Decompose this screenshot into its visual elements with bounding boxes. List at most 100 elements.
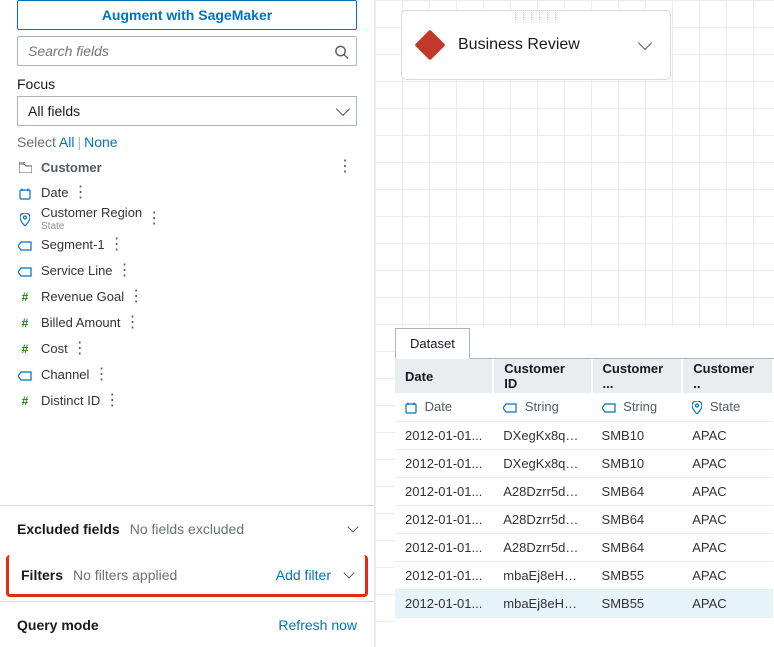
field-menu-icon[interactable]: ⋮: [68, 341, 92, 357]
tab-strip: Dataset: [395, 327, 774, 359]
table-row[interactable]: 2012-01-01...DXegKx8qH...SMB10APAC: [395, 449, 773, 477]
divider: |: [77, 134, 81, 150]
excluded-fields-section[interactable]: Excluded fields No fields excluded: [0, 505, 374, 551]
excluded-msg: No fields excluded: [130, 521, 244, 537]
field-menu-icon[interactable]: ⋮: [142, 211, 166, 227]
field-menu-icon[interactable]: ⋮: [100, 393, 124, 409]
field-type-icon: #: [17, 290, 33, 304]
field-row[interactable]: Segment-1⋮: [0, 232, 374, 258]
table-cell: APAC: [682, 449, 773, 477]
augment-sagemaker-button[interactable]: Augment with SageMaker: [17, 0, 357, 30]
chevron-down-icon: [343, 567, 354, 578]
field-type-icon: [17, 264, 33, 278]
field-menu-icon[interactable]: ⋮: [68, 185, 92, 201]
field-menu-icon[interactable]: ⋮: [113, 263, 137, 279]
select-all-link[interactable]: All: [59, 134, 75, 150]
field-name: Service Line: [41, 264, 113, 278]
field-name: Cost: [41, 342, 68, 356]
field-menu-icon[interactable]: ⋮: [121, 315, 145, 331]
dataset-table: DateCustomer IDCustomer ...Customer .. D…: [395, 359, 774, 618]
field-row[interactable]: #Cost⋮: [0, 336, 374, 362]
table-cell: SMB10: [592, 421, 683, 449]
table-cell: 2012-01-01...: [395, 449, 493, 477]
sidebar: Augment with SageMaker Focus All fields …: [0, 0, 375, 647]
query-mode-title: Query mode: [17, 617, 99, 633]
search-input[interactable]: [17, 36, 357, 66]
folder-icon: [17, 160, 33, 174]
field-type-icon: [17, 212, 33, 226]
table-row[interactable]: 2012-01-01...A28Dzrr5dn...SMB64APAC: [395, 505, 773, 533]
main-area: ⋮⋮⋮⋮⋮⋮⋮⋮⋮⋮⋮⋮ Business Review Dataset Dat…: [375, 0, 774, 647]
field-menu-icon[interactable]: ⋮: [333, 159, 357, 175]
chevron-down-icon: [347, 521, 358, 532]
select-none-link[interactable]: None: [84, 134, 117, 150]
table-cell: 2012-01-01...: [395, 533, 493, 561]
table-row[interactable]: 2012-01-01...mbaEj8eHB...SMB55APAC: [395, 589, 773, 617]
field-row[interactable]: Date⋮: [0, 180, 374, 206]
focus-value: All fields: [28, 103, 80, 119]
field-menu-icon[interactable]: ⋮: [105, 237, 129, 253]
table-cell: DXegKx8qH...: [493, 449, 591, 477]
folder-row[interactable]: Customer ⋮: [0, 154, 374, 180]
query-mode-section[interactable]: Query mode Refresh now: [0, 601, 374, 647]
field-row[interactable]: # Billed Amount⋮: [0, 310, 374, 336]
field-type-icon: #: [17, 394, 33, 408]
table-cell: A28Dzrr5dn...: [493, 477, 591, 505]
focus-select[interactable]: All fields: [17, 96, 357, 126]
table-cell: APAC: [682, 477, 773, 505]
filters-section[interactable]: Filters No filters applied Add filter: [6, 555, 368, 597]
field-name: Revenue Goal: [41, 290, 124, 304]
field-name: Billed Amount: [41, 316, 121, 330]
dataset-panel: Dataset DateCustomer IDCustomer ...Custo…: [395, 327, 774, 647]
field-menu-icon[interactable]: ⋮: [124, 289, 148, 305]
column-type: String: [493, 393, 591, 421]
field-row[interactable]: Customer RegionState⋮: [0, 206, 374, 232]
field-type-icon: [17, 238, 33, 252]
table-cell: A28Dzrr5dn...: [493, 505, 591, 533]
column-header[interactable]: Customer ...: [592, 359, 683, 393]
table-cell: DXegKx8qH...: [493, 421, 591, 449]
field-name: Customer Region: [41, 206, 142, 220]
tab-dataset[interactable]: Dataset: [395, 328, 470, 359]
table-cell: SMB55: [592, 589, 683, 617]
column-header[interactable]: Date: [395, 359, 493, 393]
field-name: Channel: [41, 368, 89, 382]
field-row[interactable]: # Distinct ID⋮: [0, 388, 374, 414]
table-row[interactable]: 2012-01-01...mbaEj8eHB...SMB55APAC: [395, 561, 773, 589]
table-cell: 2012-01-01...: [395, 421, 493, 449]
field-menu-icon[interactable]: ⋮: [89, 367, 113, 383]
column-type: String: [592, 393, 683, 421]
drag-handle-icon[interactable]: ⋮⋮⋮⋮⋮⋮⋮⋮⋮⋮⋮⋮: [512, 14, 560, 24]
search-icon: [334, 43, 349, 60]
field-row[interactable]: Channel⋮: [0, 362, 374, 388]
column-header[interactable]: Customer ID: [493, 359, 591, 393]
table-cell: APAC: [682, 533, 773, 561]
table-cell: 2012-01-01...: [395, 477, 493, 505]
table-cell: APAC: [682, 561, 773, 589]
refresh-now-link[interactable]: Refresh now: [278, 617, 357, 633]
filters-msg: No filters applied: [73, 567, 177, 583]
table-row[interactable]: 2012-01-01...A28Dzrr5dn...SMB64APAC: [395, 477, 773, 505]
table-row[interactable]: 2012-01-01...DXegKx8qH...SMB10APAC: [395, 421, 773, 449]
add-filter-link[interactable]: Add filter: [276, 567, 331, 583]
fields-list: Customer ⋮ Date⋮Customer RegionState⋮Seg…: [0, 154, 374, 414]
table-cell: APAC: [682, 421, 773, 449]
table-cell: APAC: [682, 505, 773, 533]
table-cell: SMB10: [592, 449, 683, 477]
table-cell: SMB64: [592, 533, 683, 561]
excluded-title: Excluded fields: [17, 521, 120, 537]
field-row[interactable]: # Revenue Goal⋮: [0, 284, 374, 310]
field-type-icon: [17, 186, 33, 200]
dataset-card[interactable]: ⋮⋮⋮⋮⋮⋮⋮⋮⋮⋮⋮⋮ Business Review: [401, 10, 671, 80]
field-name: Distinct ID: [41, 394, 100, 408]
table-cell: SMB64: [592, 505, 683, 533]
field-row[interactable]: Service Line⋮: [0, 258, 374, 284]
chevron-down-icon[interactable]: [638, 36, 652, 50]
folder-name: Customer: [41, 160, 333, 175]
card-title: Business Review: [458, 36, 640, 54]
table-cell: 2012-01-01...: [395, 589, 493, 617]
field-type-icon: #: [17, 316, 33, 330]
column-header[interactable]: Customer ..: [682, 359, 773, 393]
table-row[interactable]: 2012-01-01...A28Dzrr5dn...SMB64APAC: [395, 533, 773, 561]
table-cell: 2012-01-01...: [395, 505, 493, 533]
